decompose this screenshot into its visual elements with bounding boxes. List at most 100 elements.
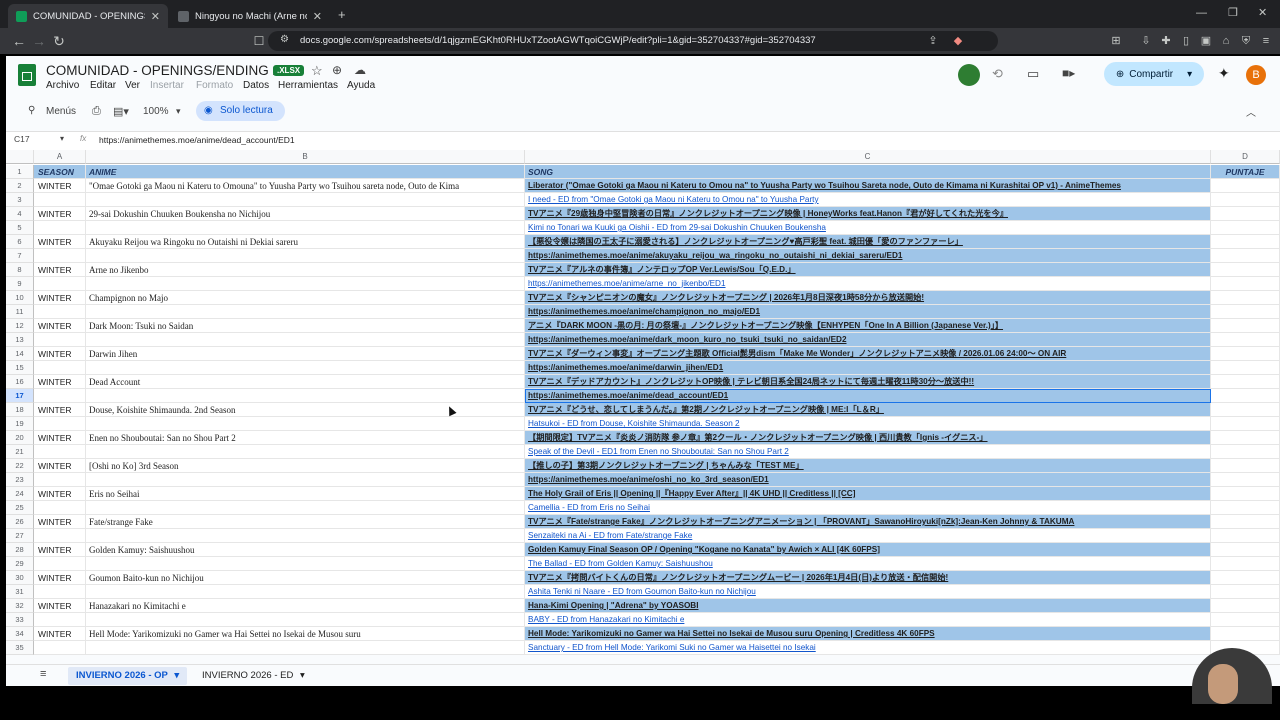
- vpn-icon[interactable]: ⌂: [1218, 33, 1234, 49]
- season-cell[interactable]: [34, 193, 86, 207]
- anime-cell[interactable]: [86, 249, 525, 263]
- score-cell[interactable]: [1211, 333, 1280, 347]
- browser-tab-active[interactable]: COMUNIDAD - OPENINGS/ENDIN ✕: [8, 4, 168, 28]
- gemini-icon[interactable]: ✦: [1218, 65, 1230, 82]
- season-cell[interactable]: WINTER: [34, 347, 86, 361]
- song-cell[interactable]: TVアニメ『拷問バイトくんの日常』ノンクレジットオープニングムービー | 202…: [525, 571, 1211, 585]
- score-cell[interactable]: [1211, 543, 1280, 557]
- season-cell[interactable]: [34, 613, 86, 627]
- anime-cell[interactable]: [86, 501, 525, 515]
- wallet-icon[interactable]: ▣: [1198, 33, 1214, 49]
- row-number[interactable]: 8: [6, 263, 34, 277]
- corner-cell[interactable]: [6, 150, 34, 164]
- row-number[interactable]: 26: [6, 515, 34, 529]
- chevron-down-icon[interactable]: ▾: [1187, 69, 1192, 80]
- score-cell[interactable]: [1211, 515, 1280, 529]
- anime-cell[interactable]: [86, 445, 525, 459]
- score-cell[interactable]: [1211, 235, 1280, 249]
- row-number[interactable]: 28: [6, 543, 34, 557]
- song-cell[interactable]: TVアニメ『アルネの事件簿』ノンテロップOP Ver.Lewis/Sou「Q.E…: [525, 263, 1211, 277]
- season-cell[interactable]: WINTER: [34, 571, 86, 585]
- score-cell[interactable]: [1211, 361, 1280, 375]
- anime-cell[interactable]: [Oshi no Ko] 3rd Season: [86, 459, 525, 473]
- season-cell[interactable]: [34, 585, 86, 599]
- download-icon[interactable]: ⇩: [1138, 33, 1154, 49]
- url-text[interactable]: docs.google.com/spreadsheets/d/1qjgzmEGK…: [300, 35, 816, 46]
- season-cell[interactable]: [34, 473, 86, 487]
- row-number[interactable]: 30: [6, 571, 34, 585]
- song-cell[interactable]: https://animethemes.moe/anime/champignon…: [525, 305, 1211, 319]
- season-cell[interactable]: WINTER: [34, 291, 86, 305]
- menu-herramientas[interactable]: Herramientas: [278, 80, 338, 91]
- song-cell[interactable]: https://animethemes.moe/anime/dead_accou…: [525, 389, 1211, 403]
- row-number[interactable]: 11: [6, 305, 34, 319]
- menu-editar[interactable]: Editar: [90, 80, 116, 91]
- season-cell[interactable]: WINTER: [34, 487, 86, 501]
- anime-cell[interactable]: "Omae Gotoki ga Maou ni Kateru to Omouna…: [86, 179, 525, 193]
- song-cell[interactable]: The Ballad - ED from Golden Kamuy: Saish…: [525, 557, 1211, 571]
- row-number[interactable]: 21: [6, 445, 34, 459]
- row-number[interactable]: 16: [6, 375, 34, 389]
- row-number[interactable]: 1: [6, 165, 34, 179]
- anime-cell[interactable]: Dead Account: [86, 375, 525, 389]
- score-cell[interactable]: [1211, 193, 1280, 207]
- season-cell[interactable]: [34, 641, 86, 655]
- anime-cell[interactable]: [86, 585, 525, 599]
- name-box-chevron-icon[interactable]: ▾: [60, 134, 64, 143]
- chevron-down-icon[interactable]: ▾: [174, 670, 179, 681]
- score-cell[interactable]: [1211, 263, 1280, 277]
- row-number[interactable]: 4: [6, 207, 34, 221]
- song-cell[interactable]: Speak of the Devil - ED1 from Enen no Sh…: [525, 445, 1211, 459]
- anime-cell[interactable]: Fate/strange Fake: [86, 515, 525, 529]
- forward-icon[interactable]: →: [30, 32, 48, 50]
- season-cell[interactable]: [34, 249, 86, 263]
- anime-cell[interactable]: Enen no Shouboutai: San no Shou Part 2: [86, 431, 525, 445]
- zoom-select[interactable]: 100%: [143, 106, 169, 117]
- collapse-toolbar-icon[interactable]: ︿: [1246, 104, 1256, 119]
- sidebar-icon[interactable]: ▯: [1178, 33, 1194, 49]
- anime-cell[interactable]: [86, 641, 525, 655]
- menu-ver[interactable]: Ver: [125, 80, 140, 91]
- score-cell[interactable]: [1211, 417, 1280, 431]
- score-cell[interactable]: [1211, 277, 1280, 291]
- score-cell[interactable]: [1211, 179, 1280, 193]
- score-cell[interactable]: [1211, 319, 1280, 333]
- season-cell[interactable]: WINTER: [34, 207, 86, 221]
- row-number[interactable]: 24: [6, 487, 34, 501]
- song-cell[interactable]: Hatsukoi - ED from Douse, Koishite Shima…: [525, 417, 1211, 431]
- menu-archivo[interactable]: Archivo: [46, 80, 79, 91]
- row-number[interactable]: 27: [6, 529, 34, 543]
- score-cell[interactable]: [1211, 445, 1280, 459]
- anime-cell[interactable]: Douse, Koishite Shimaunda. 2nd Season: [86, 403, 525, 417]
- song-cell[interactable]: TVアニメ『どうせ、恋してしまうんだ。』第2期ノンクレジットオープニング映像 |…: [525, 403, 1211, 417]
- score-cell[interactable]: [1211, 207, 1280, 221]
- season-cell[interactable]: [34, 305, 86, 319]
- season-cell[interactable]: WINTER: [34, 319, 86, 333]
- song-cell[interactable]: Hana-Kimi Opening | "Adrena" by YOASOBI: [525, 599, 1211, 613]
- move-icon[interactable]: ⊕: [332, 63, 342, 77]
- song-cell[interactable]: https://animethemes.moe/anime/dark_moon_…: [525, 333, 1211, 347]
- song-cell[interactable]: Golden Kamuy Final Season OP / Opening "…: [525, 543, 1211, 557]
- score-cell[interactable]: [1211, 599, 1280, 613]
- anime-cell[interactable]: Eris no Seihai: [86, 487, 525, 501]
- song-cell[interactable]: TVアニメ『シャンピニオンの魔女』ノンクレジットオープニング | 2026年1月…: [525, 291, 1211, 305]
- maximize-icon[interactable]: ❐: [1228, 6, 1238, 19]
- anime-cell[interactable]: [86, 389, 525, 403]
- score-cell[interactable]: [1211, 571, 1280, 585]
- anime-cell[interactable]: Arne no Jikenbo: [86, 263, 525, 277]
- season-cell[interactable]: [34, 529, 86, 543]
- song-cell[interactable]: Liberator ("Omae Gotoki ga Maou ni Kater…: [525, 179, 1211, 193]
- season-cell[interactable]: WINTER: [34, 179, 86, 193]
- sheet-tab[interactable]: INVIERNO 2026 - ED ▾: [194, 667, 313, 685]
- row-number[interactable]: 18: [6, 403, 34, 417]
- row-number[interactable]: 12: [6, 319, 34, 333]
- song-cell[interactable]: TVアニメ『デッドアカウント』ノンクレジットOP映像 | テレビ朝日系全国24局…: [525, 375, 1211, 389]
- format-painter-icon[interactable]: ▤▾: [113, 105, 129, 118]
- column-header-d[interactable]: D: [1211, 150, 1280, 164]
- song-cell[interactable]: 【悪役令嬢は隣国の王太子に溺愛される】ノンクレジットオープニング♥高戸彩聖 fe…: [525, 235, 1211, 249]
- brave-shield-icon[interactable]: ⛨: [1238, 33, 1254, 49]
- anime-cell[interactable]: Hanazakari no Kimitachi e: [86, 599, 525, 613]
- minimize-icon[interactable]: —: [1196, 7, 1207, 19]
- song-cell[interactable]: The Holy Grail of Eris || Opening ||『Hap…: [525, 487, 1211, 501]
- readonly-button[interactable]: ◉ Solo lectura: [196, 101, 285, 121]
